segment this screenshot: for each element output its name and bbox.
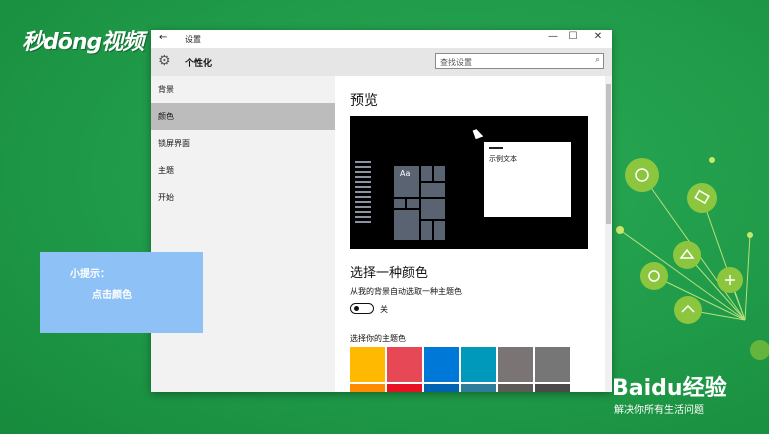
sidebar: 背景 颜色 锁屏界面 主题 开始	[151, 76, 335, 392]
color-swatch[interactable]	[461, 347, 496, 382]
sidebar-item-background[interactable]: 背景	[151, 76, 335, 103]
main-content: 预览 Aa 示例文本 选择一种颜色 从我的背景自动选取一种主题色 关 选择你的主…	[335, 76, 605, 392]
minimize-button[interactable]: —	[546, 31, 560, 42]
choose-color-heading: 选择一种颜色	[350, 266, 429, 281]
preview-sample-text: 示例文本	[489, 155, 517, 163]
maximize-button[interactable]: ☐	[566, 31, 580, 42]
page-title: 个性化	[185, 59, 213, 69]
search-icon[interactable]: ⌕	[595, 55, 600, 65]
baidu-jingyan-logo: Baidu经验	[612, 370, 727, 402]
color-swatch[interactable]	[424, 347, 459, 382]
color-swatch[interactable]	[535, 347, 570, 382]
auto-color-toggle[interactable]	[350, 303, 374, 314]
bubble-1	[625, 158, 659, 192]
page-header: ⚙ 个性化 查找设置 ⌕	[151, 48, 612, 76]
theme-color-label: 选择你的主题色	[350, 334, 406, 343]
scrollbar[interactable]	[605, 76, 612, 392]
title-bar: ← 设置 — ☐ ✕	[151, 30, 612, 48]
sidebar-item-colors[interactable]: 颜色	[151, 103, 335, 130]
auto-color-label: 从我的背景自动选取一种主题色	[350, 287, 462, 296]
preview-tile-aa: Aa	[393, 165, 420, 198]
sidebar-item-start[interactable]: 开始	[151, 184, 335, 211]
baidu-paw-icon: du	[651, 376, 683, 401]
color-swatch[interactable]	[350, 384, 385, 392]
baidu-logo-text-a: Bai	[612, 376, 652, 401]
color-swatch[interactable]	[461, 384, 496, 392]
color-swatch[interactable]	[387, 384, 422, 392]
scrollbar-thumb[interactable]	[606, 84, 611, 224]
video-logo: 秒dōng视频	[22, 30, 144, 55]
decorative-network-graphic	[616, 157, 769, 360]
settings-window: ← 设置 — ☐ ✕ ⚙ 个性化 查找设置 ⌕ 背景 颜色 锁屏界面 主题 开始…	[151, 30, 612, 392]
mouse-cursor-icon	[472, 127, 484, 140]
color-swatch-grid	[350, 347, 572, 392]
preview-start-list	[355, 161, 371, 229]
sidebar-item-lock-screen[interactable]: 锁屏界面	[151, 130, 335, 157]
preview-tiles: Aa	[393, 165, 446, 241]
baidu-logo-text-b: 经验	[682, 376, 727, 401]
preview-panel: Aa 示例文本	[350, 116, 588, 249]
sidebar-item-themes[interactable]: 主题	[151, 157, 335, 184]
color-swatch[interactable]	[498, 384, 533, 392]
baidu-slogan: 解决你所有生活问题	[614, 405, 704, 416]
color-swatch[interactable]	[350, 347, 385, 382]
toggle-state-label: 关	[380, 305, 388, 314]
gear-icon: ⚙	[158, 53, 171, 69]
color-swatch[interactable]	[498, 347, 533, 382]
window-title: 设置	[185, 35, 201, 44]
tip-title: 小提示：	[70, 269, 110, 280]
color-swatch[interactable]	[387, 347, 422, 382]
preview-sample-window: 示例文本	[484, 142, 571, 217]
close-button[interactable]: ✕	[591, 31, 605, 42]
color-swatch[interactable]	[424, 384, 459, 392]
tip-box: 小提示： 点击颜色	[40, 252, 203, 333]
preview-heading: 预览	[350, 93, 378, 109]
color-swatch[interactable]	[535, 384, 570, 392]
search-placeholder: 查找设置	[440, 58, 472, 67]
search-input[interactable]: 查找设置 ⌕	[435, 53, 604, 69]
back-arrow-icon[interactable]: ←	[159, 32, 167, 43]
tip-text: 点击颜色	[92, 290, 132, 301]
